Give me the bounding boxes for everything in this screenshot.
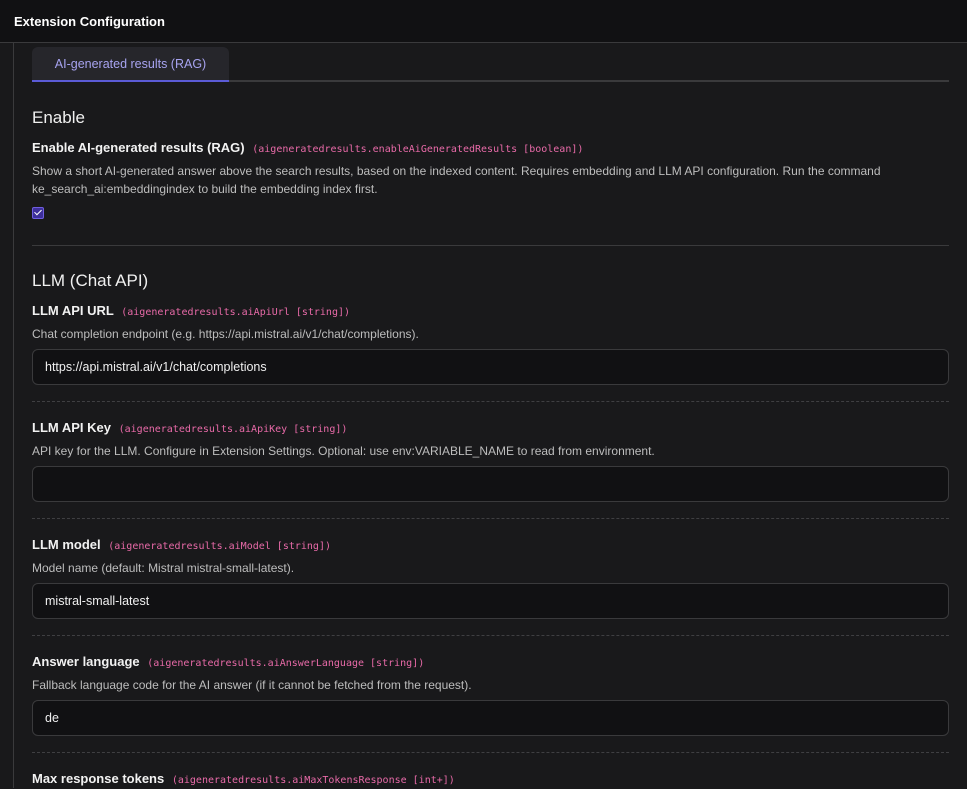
field-label: Max response tokens (aigeneratedresults.… — [32, 771, 949, 789]
field-label: LLM API URL (aigeneratedresults.aiApiUrl… — [32, 303, 949, 321]
tab-bar: AI-generated results (RAG) — [32, 43, 949, 82]
field-divider — [32, 752, 949, 753]
field-description: Show a short AI-generated answer above t… — [32, 164, 881, 196]
field-label-text: Answer language — [32, 654, 140, 669]
llm-api-url-input[interactable] — [32, 349, 949, 385]
tab-ai-generated-results[interactable]: AI-generated results (RAG) — [32, 47, 229, 82]
enable-ai-results-checkbox[interactable] — [32, 207, 44, 219]
field-enable-ai-results: Enable AI-generated results (RAG) (aigen… — [32, 140, 949, 219]
field-key: (aigeneratedresults.aiModel [string]) — [108, 541, 331, 552]
field-llm-api-key: LLM API Key (aigeneratedresults.aiApiKey… — [32, 420, 949, 502]
llm-api-key-input[interactable] — [32, 466, 949, 502]
field-key: (aigeneratedresults.aiApiUrl [string]) — [121, 307, 351, 318]
field-divider — [32, 401, 949, 402]
field-key: (aigeneratedresults.aiMaxTokensResponse … — [171, 775, 455, 786]
field-label-text: LLM API Key — [32, 420, 111, 435]
config-frame: AI-generated results (RAG) Enable Enable… — [13, 43, 967, 788]
field-key: (aigeneratedresults.aiAnswerLanguage [st… — [147, 658, 425, 669]
section-divider — [32, 245, 949, 246]
field-label: Enable AI-generated results (RAG) (aigen… — [32, 140, 949, 158]
page-header: Extension Configuration — [0, 0, 967, 43]
field-label: LLM model (aigeneratedresults.aiModel [s… — [32, 537, 949, 555]
field-description: Chat completion endpoint (e.g. https://a… — [32, 327, 419, 341]
field-label: Answer language (aigeneratedresults.aiAn… — [32, 654, 949, 672]
field-key: (aigeneratedresults.enableAiGeneratedRes… — [252, 144, 584, 155]
field-max-response-tokens: Max response tokens (aigeneratedresults.… — [32, 771, 949, 789]
field-llm-api-url: LLM API URL (aigeneratedresults.aiApiUrl… — [32, 303, 949, 385]
config-content: AI-generated results (RAG) Enable Enable… — [32, 43, 949, 789]
section-title-llm: LLM (Chat API) — [32, 271, 149, 290]
field-label-text: LLM model — [32, 537, 101, 552]
field-label: LLM API Key (aigeneratedresults.aiApiKey… — [32, 420, 949, 438]
section-title-enable: Enable — [32, 108, 85, 127]
field-description: Model name (default: Mistral mistral-sma… — [32, 561, 295, 575]
field-label-text: LLM API URL — [32, 303, 114, 318]
page-title: Extension Configuration — [14, 13, 165, 29]
field-description: API key for the LLM. Configure in Extens… — [32, 444, 655, 458]
llm-model-input[interactable] — [32, 583, 949, 619]
field-label-text: Enable AI-generated results (RAG) — [32, 140, 245, 155]
field-divider — [32, 635, 949, 636]
field-label-text: Max response tokens — [32, 771, 165, 786]
field-llm-model: LLM model (aigeneratedresults.aiModel [s… — [32, 537, 949, 619]
field-answer-language: Answer language (aigeneratedresults.aiAn… — [32, 654, 949, 736]
answer-language-input[interactable] — [32, 700, 949, 736]
field-key: (aigeneratedresults.aiApiKey [string]) — [118, 424, 348, 435]
field-divider — [32, 518, 949, 519]
field-description: Fallback language code for the AI answer… — [32, 678, 472, 692]
